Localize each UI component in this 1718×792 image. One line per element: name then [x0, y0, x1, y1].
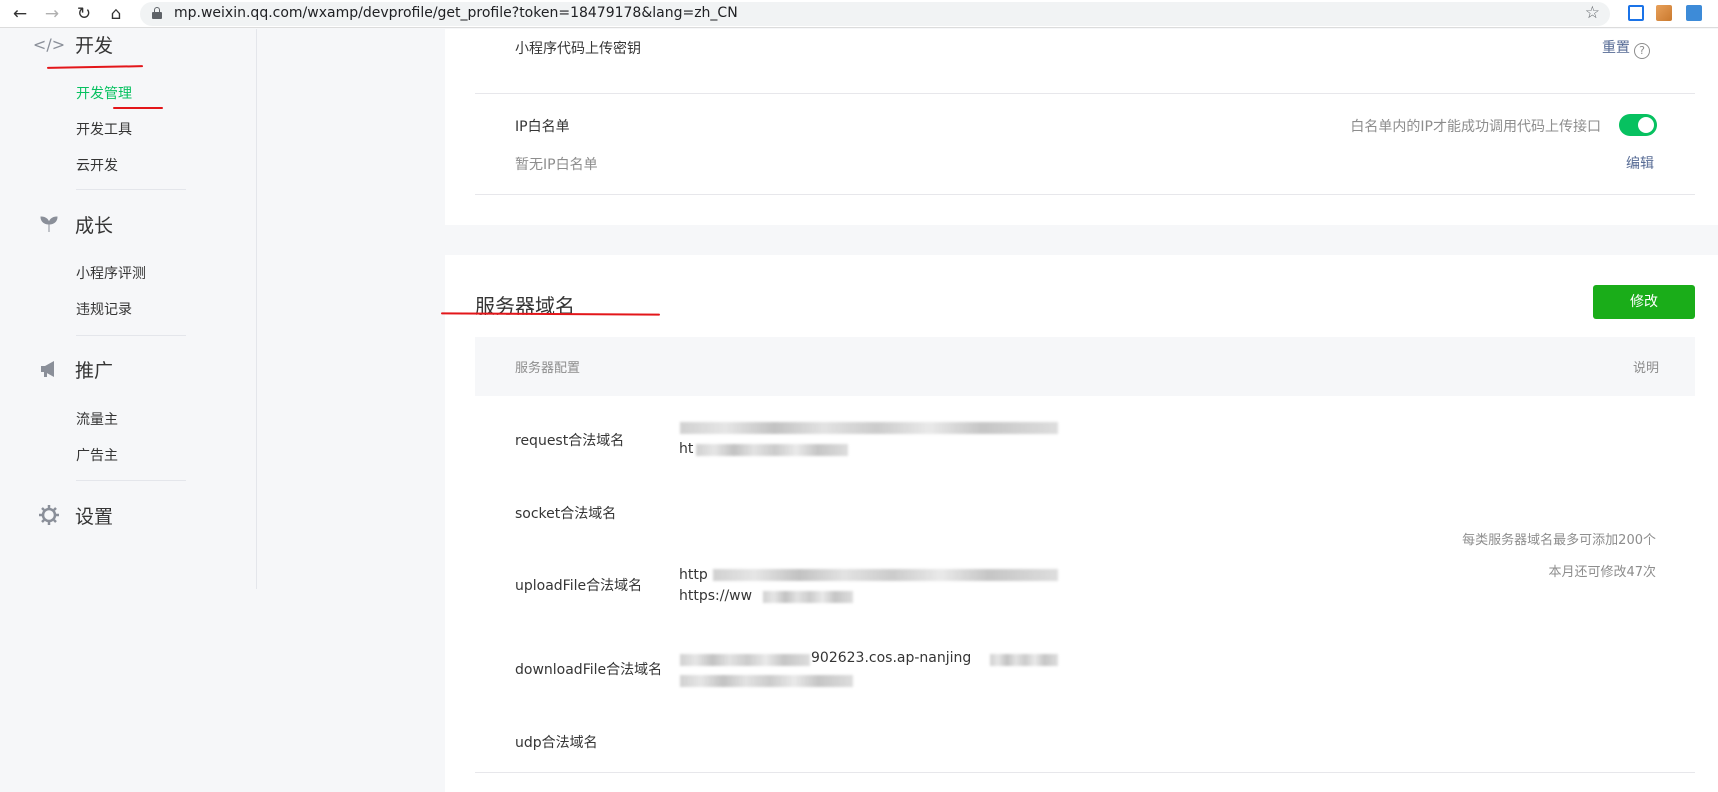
- sidebar-group-title: 推广: [75, 359, 114, 382]
- sidebar-border: [256, 29, 257, 589]
- divider: [475, 194, 1695, 195]
- sprout-icon: [38, 213, 60, 235]
- downloadfile-domain-text: 902623.cos.ap-nanjing: [811, 650, 972, 666]
- sidebar-group-title: 开发: [75, 34, 114, 57]
- sidebar-divider: [76, 189, 186, 190]
- request-domain-text: ht: [679, 441, 694, 457]
- reset-key-link: 重置?: [1602, 37, 1650, 59]
- redacted-domain: [680, 654, 810, 666]
- sidebar-divider: [76, 335, 186, 336]
- redacted-domain: [990, 654, 1058, 666]
- sidebar-group-growth[interactable]: 成长: [38, 209, 113, 239]
- dev-settings-panel: 小程序代码上传密钥 重置? IP白名单 白名单内的IP才能成功调用代码上传接口 …: [445, 29, 1718, 225]
- sidebar-group-dev[interactable]: </> 开发: [32, 29, 114, 59]
- uploadfile-domain-text-2: https://ww: [679, 588, 753, 604]
- server-domain-panel: 服务器域名 修改 服务器配置 说明 request合法域名 ht socket合…: [445, 255, 1718, 792]
- url-text: mp.weixin.qq.com/wxamp/devprofile/get_pr…: [174, 5, 738, 21]
- redacted-domain: [713, 569, 1058, 581]
- uploadfile-domain-label: uploadFile合法域名: [515, 578, 643, 594]
- uploadfile-domain-text: http: [679, 567, 708, 583]
- redacted-domain: [763, 591, 853, 603]
- megaphone-icon: [38, 358, 60, 380]
- sidebar: </> 开发 开发管理 开发工具 云开发 成长 小程序评测 违规记录 推广 流量…: [0, 29, 256, 792]
- bookmark-star-icon[interactable]: ☆: [1585, 3, 1600, 23]
- extension-hammer-icon[interactable]: [1656, 5, 1672, 21]
- redacted-domain: [680, 675, 853, 687]
- downloadfile-domain-label: downloadFile合法域名: [515, 662, 663, 678]
- sidebar-divider: [76, 480, 186, 481]
- ip-whitelist-toggle-desc: 白名单内的IP才能成功调用代码上传接口: [1350, 119, 1601, 135]
- header-server-config: 服务器配置: [515, 361, 581, 376]
- modify-remaining-hint: 本月还可修改47次: [1548, 565, 1656, 580]
- divider: [475, 93, 1695, 94]
- sidebar-item-advertiser[interactable]: 广告主: [76, 445, 118, 465]
- ip-whitelist-label: IP白名单: [515, 119, 570, 135]
- gear-icon: [38, 504, 60, 526]
- help-icon[interactable]: ?: [1634, 43, 1650, 59]
- sidebar-item-cloud-dev[interactable]: 云开发: [76, 155, 118, 175]
- sidebar-group-title: 成长: [75, 214, 114, 237]
- request-domain-label: request合法域名: [515, 433, 625, 449]
- back-arrow-icon[interactable]: ←: [10, 4, 30, 24]
- ip-whitelist-empty-text: 暂无IP白名单: [515, 157, 598, 173]
- reload-icon[interactable]: ↻: [74, 4, 94, 24]
- address-bar[interactable]: mp.weixin.qq.com/wxamp/devprofile/get_pr…: [140, 2, 1610, 26]
- sidebar-item-dev-tools[interactable]: 开发工具: [76, 119, 132, 139]
- redacted-domain: [696, 444, 848, 456]
- lock-icon: [152, 7, 162, 20]
- extension-language-icon[interactable]: [1686, 5, 1702, 21]
- ip-whitelist-toggle[interactable]: [1619, 114, 1657, 136]
- sidebar-group-settings[interactable]: 设置: [38, 500, 113, 530]
- header-description: 说明: [1632, 361, 1659, 376]
- forward-arrow-icon[interactable]: →: [42, 4, 62, 24]
- udp-domain-label: udp合法域名: [515, 735, 598, 751]
- sidebar-item-traffic-owner[interactable]: 流量主: [76, 409, 118, 429]
- reset-link-text[interactable]: 重置: [1602, 40, 1630, 56]
- socket-domain-label: socket合法域名: [515, 506, 617, 522]
- sidebar-item-evaluation[interactable]: 小程序评测: [76, 263, 146, 283]
- redacted-domain: [680, 422, 1058, 434]
- divider: [475, 772, 1695, 773]
- sidebar-item-violations[interactable]: 违规记录: [76, 299, 132, 319]
- browser-toolbar: ← → ↻ ⌂ mp.weixin.qq.com/wxamp/devprofil…: [0, 0, 1718, 28]
- extension-translate-icon[interactable]: [1628, 5, 1644, 21]
- code-icon: </>: [32, 34, 66, 54]
- edit-ip-whitelist-link[interactable]: 编辑: [1626, 153, 1654, 173]
- upload-key-label: 小程序代码上传密钥: [515, 41, 641, 57]
- sidebar-group-promotion[interactable]: 推广: [38, 354, 113, 384]
- home-icon[interactable]: ⌂: [106, 4, 126, 24]
- sidebar-group-title: 设置: [75, 505, 114, 528]
- annotation-underline: [113, 107, 163, 109]
- table-header: 服务器配置 说明: [475, 337, 1695, 396]
- sidebar-item-dev-manage[interactable]: 开发管理: [76, 83, 132, 103]
- modify-button[interactable]: 修改: [1593, 285, 1695, 319]
- domain-max-hint: 每类服务器域名最多可添加200个: [1462, 533, 1656, 548]
